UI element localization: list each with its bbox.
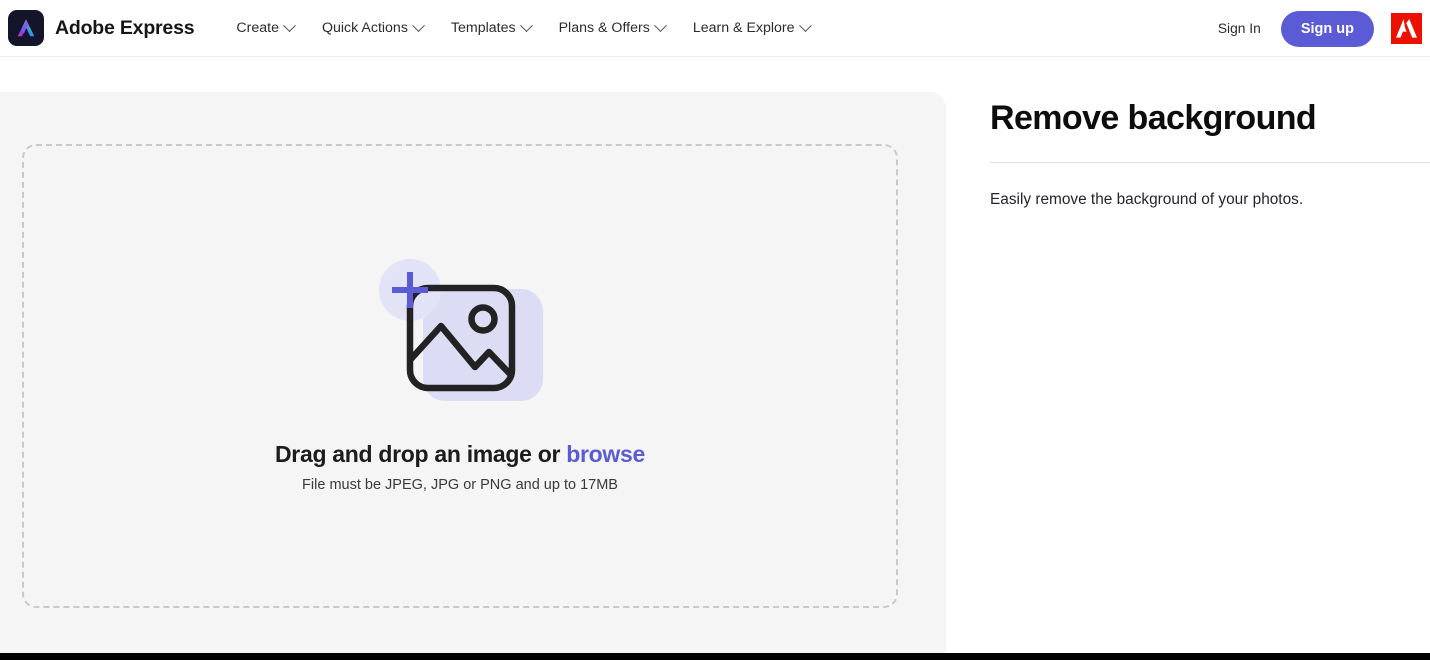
bottom-bar xyxy=(0,653,1430,660)
nav-item-plans-offers-label: Plans & Offers xyxy=(558,20,650,36)
chevron-down-icon xyxy=(653,18,667,32)
page-root: Adobe Express Create Quick Actions Templ… xyxy=(0,0,1430,660)
brand-home-link[interactable]: Adobe Express xyxy=(8,10,195,46)
divider xyxy=(990,162,1430,164)
chevron-down-icon xyxy=(798,18,812,32)
nav-item-templates[interactable]: Templates xyxy=(437,14,545,42)
tool-info-panel: Remove background Easily remove the back… xyxy=(990,57,1430,211)
nav-item-quick-actions[interactable]: Quick Actions xyxy=(308,14,437,42)
file-requirements-text: File must be JPEG, JPG or PNG and up to … xyxy=(302,477,618,493)
main-content: Drag and drop an image or browse File mu… xyxy=(0,57,1430,653)
tool-description: Easily remove the background of your pho… xyxy=(990,191,1304,209)
file-dropzone[interactable]: Drag and drop an image or browse File mu… xyxy=(22,144,898,608)
plus-icon xyxy=(392,272,428,308)
chevron-down-icon xyxy=(283,18,296,32)
browse-link[interactable]: browse xyxy=(566,441,645,467)
chevron-down-icon xyxy=(412,18,425,32)
sign-in-link[interactable]: Sign In xyxy=(1206,13,1273,44)
dropzone-headline-prefix: Drag and drop an image or xyxy=(275,441,567,467)
nav-item-create-label: Create xyxy=(236,20,279,36)
adobe-express-logo-icon xyxy=(8,10,44,46)
nav-item-quick-actions-label: Quick Actions xyxy=(321,20,408,36)
primary-nav-links: Create Quick Actions Templates Plans & O… xyxy=(222,14,823,42)
chevron-down-icon xyxy=(519,18,533,32)
top-navigation-bar: Adobe Express Create Quick Actions Templ… xyxy=(0,0,1430,57)
dropzone-headline: Drag and drop an image or browse xyxy=(275,441,645,468)
nav-item-create[interactable]: Create xyxy=(222,14,308,42)
account-actions: Sign In Sign up xyxy=(1206,0,1422,57)
nav-item-learn-explore-label: Learn & Explore xyxy=(692,20,795,36)
upload-card: Drag and drop an image or browse File mu… xyxy=(0,92,946,653)
nav-item-plans-offers[interactable]: Plans & Offers xyxy=(545,14,679,42)
add-image-icon xyxy=(375,259,545,401)
brand-name: Adobe Express xyxy=(55,16,195,39)
page-title: Remove background xyxy=(990,99,1317,137)
nav-item-templates-label: Templates xyxy=(450,20,516,36)
sign-up-button[interactable]: Sign up xyxy=(1280,10,1374,47)
nav-item-learn-explore[interactable]: Learn & Explore xyxy=(679,14,824,42)
adobe-logo-icon[interactable] xyxy=(1391,13,1422,44)
